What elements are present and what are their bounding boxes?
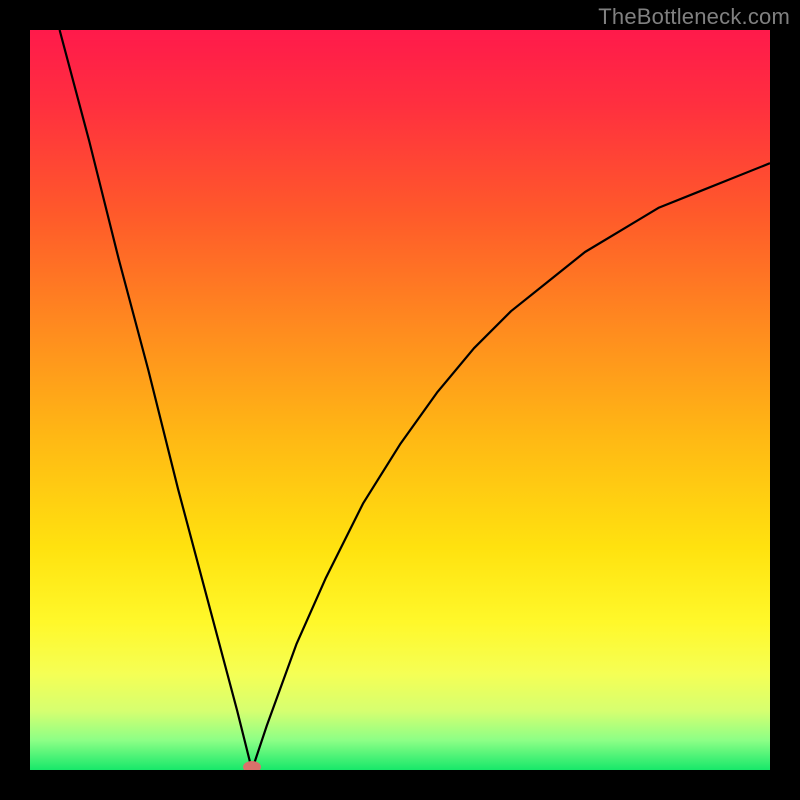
watermark-text: TheBottleneck.com xyxy=(598,4,790,30)
chart-svg xyxy=(30,30,770,770)
plot-area xyxy=(30,30,770,770)
gradient-background xyxy=(30,30,770,770)
chart-frame: TheBottleneck.com xyxy=(0,0,800,800)
